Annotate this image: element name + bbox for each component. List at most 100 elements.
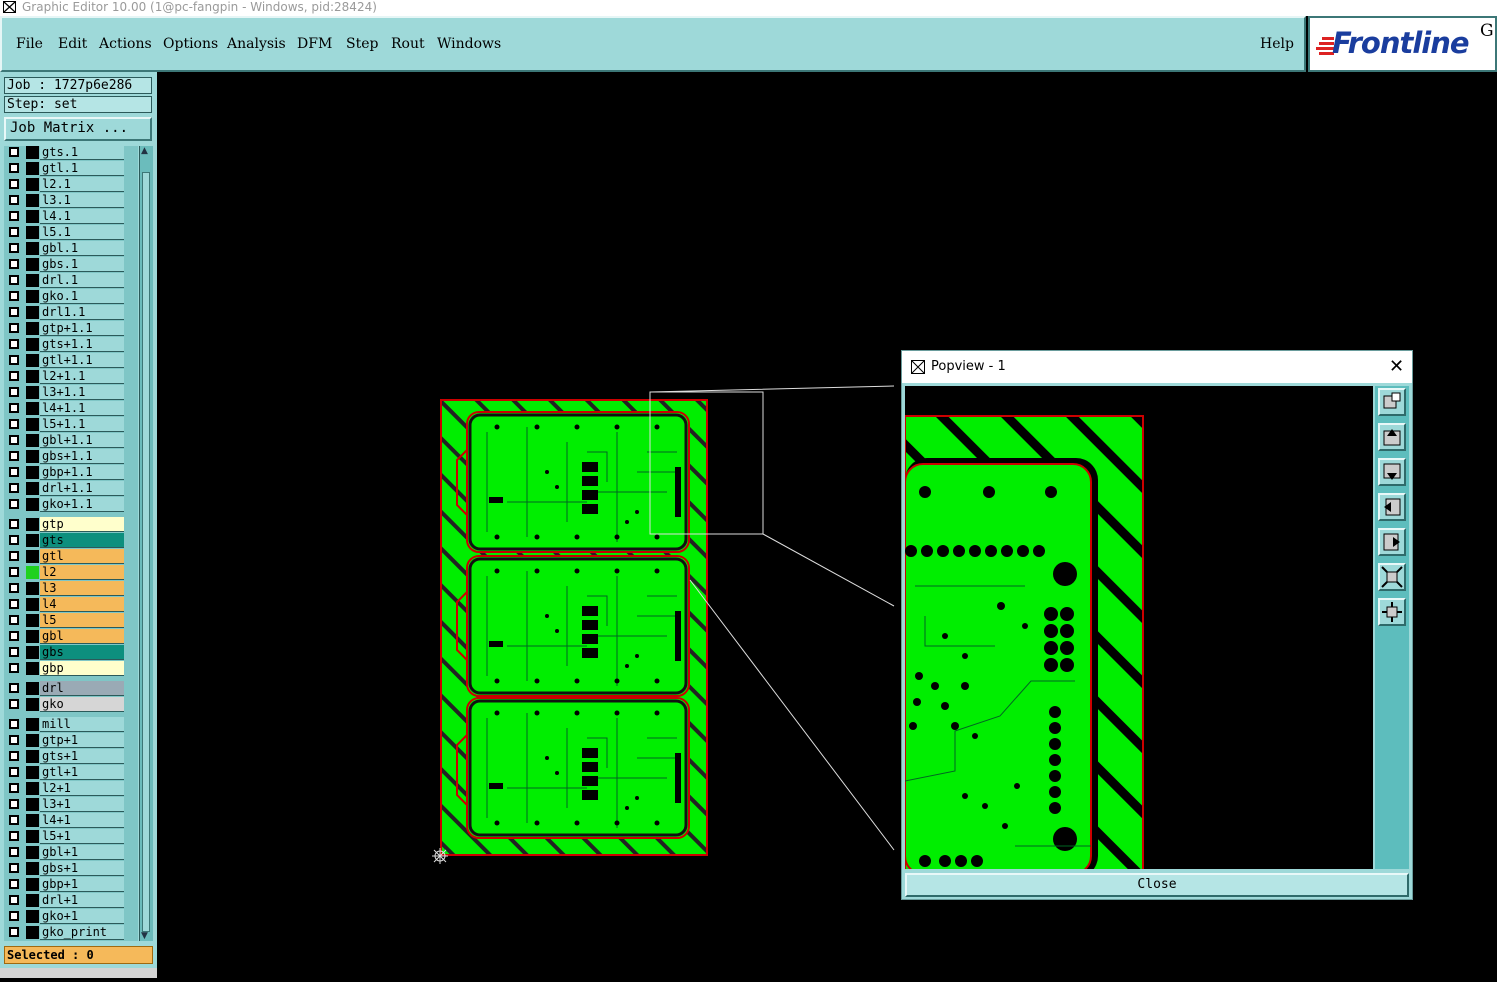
layer-list-scrollbar[interactable]: ▲ ▼ bbox=[139, 146, 153, 941]
layer-checkbox[interactable] bbox=[9, 467, 19, 477]
layer-checkbox[interactable] bbox=[9, 879, 19, 889]
layer-checkbox[interactable] bbox=[9, 583, 19, 593]
layer-checkbox[interactable] bbox=[9, 551, 19, 561]
layer-display-indicator[interactable] bbox=[26, 450, 39, 463]
layer-row[interactable]: gbs+1 bbox=[4, 861, 138, 877]
layer-name[interactable]: l5.1 bbox=[40, 225, 124, 240]
layer-checkbox[interactable] bbox=[9, 663, 19, 673]
layer-checkbox[interactable] bbox=[9, 275, 19, 285]
layer-name[interactable]: drl1.1 bbox=[40, 305, 124, 320]
layer-checkbox[interactable] bbox=[9, 767, 19, 777]
layer-display-indicator[interactable] bbox=[26, 782, 39, 795]
pan-left-icon[interactable] bbox=[1378, 493, 1406, 521]
layer-name[interactable]: l2+1.1 bbox=[40, 369, 124, 384]
layer-display-indicator[interactable] bbox=[26, 910, 39, 923]
layer-row[interactable]: l3 bbox=[4, 581, 138, 597]
pan-up-icon[interactable] bbox=[1378, 423, 1406, 451]
layer-row[interactable]: gts bbox=[4, 533, 138, 549]
menu-dfm[interactable]: DFM bbox=[297, 36, 332, 52]
layer-display-indicator[interactable] bbox=[26, 766, 39, 779]
layer-checkbox[interactable] bbox=[9, 371, 19, 381]
layer-name[interactable]: gtl bbox=[40, 549, 124, 564]
menu-analysis[interactable]: Analysis bbox=[227, 36, 286, 52]
layer-row[interactable]: gko+1 bbox=[4, 909, 138, 925]
layer-checkbox[interactable] bbox=[9, 699, 19, 709]
layer-name[interactable]: gts.1 bbox=[40, 146, 124, 160]
layer-display-indicator[interactable] bbox=[26, 718, 39, 731]
layer-name[interactable]: gbl.1 bbox=[40, 241, 124, 256]
layer-display-indicator[interactable] bbox=[26, 750, 39, 763]
layer-name[interactable]: gbs+1.1 bbox=[40, 449, 124, 464]
layer-row[interactable]: gtl+1 bbox=[4, 765, 138, 781]
layer-display-indicator[interactable] bbox=[26, 434, 39, 447]
layer-display-indicator[interactable] bbox=[26, 338, 39, 351]
layer-checkbox[interactable] bbox=[9, 927, 19, 937]
layer-display-indicator[interactable] bbox=[26, 402, 39, 415]
layer-row[interactable]: l2 bbox=[4, 565, 138, 581]
close-icon[interactable]: ✕ bbox=[1389, 351, 1404, 383]
layer-name[interactable]: gko_print bbox=[40, 925, 124, 940]
layer-checkbox[interactable] bbox=[9, 307, 19, 317]
layer-checkbox[interactable] bbox=[9, 631, 19, 641]
layer-row[interactable]: l2+1 bbox=[4, 781, 138, 797]
layer-row[interactable]: l3.1 bbox=[4, 193, 138, 209]
layer-checkbox[interactable] bbox=[9, 195, 19, 205]
layer-display-indicator[interactable] bbox=[26, 258, 39, 271]
menu-file[interactable]: File bbox=[16, 36, 43, 52]
layer-name[interactable]: gts bbox=[40, 533, 124, 548]
layer-row[interactable]: gbp+1 bbox=[4, 877, 138, 893]
menu-help[interactable]: Help bbox=[1260, 36, 1294, 52]
layer-row[interactable]: gbp bbox=[4, 661, 138, 677]
layer-name[interactable]: gts+1.1 bbox=[40, 337, 124, 352]
layer-display-indicator[interactable] bbox=[26, 630, 39, 643]
layer-row[interactable]: gbl.1 bbox=[4, 241, 138, 257]
popview-viewport[interactable] bbox=[905, 386, 1373, 869]
layer-name[interactable]: drl+1.1 bbox=[40, 481, 124, 496]
layer-checkbox[interactable] bbox=[9, 535, 19, 545]
layer-checkbox[interactable] bbox=[9, 783, 19, 793]
layer-name[interactable]: l2 bbox=[40, 565, 124, 580]
layer-row[interactable]: drl+1.1 bbox=[4, 481, 138, 497]
layer-row[interactable]: gbs bbox=[4, 645, 138, 661]
layer-name[interactable]: gko.1 bbox=[40, 289, 124, 304]
layer-name[interactable]: l3+1 bbox=[40, 797, 124, 812]
layer-checkbox[interactable] bbox=[9, 847, 19, 857]
layer-name[interactable]: l5+1 bbox=[40, 829, 124, 844]
layer-display-indicator[interactable] bbox=[26, 534, 39, 547]
layer-checkbox[interactable] bbox=[9, 403, 19, 413]
layer-row[interactable]: gtp+1.1 bbox=[4, 321, 138, 337]
layer-name[interactable]: l3 bbox=[40, 581, 124, 596]
layer-row[interactable]: gbl bbox=[4, 629, 138, 645]
layer-checkbox[interactable] bbox=[9, 259, 19, 269]
pan-down-icon[interactable] bbox=[1378, 458, 1406, 486]
layer-checkbox[interactable] bbox=[9, 895, 19, 905]
layer-display-indicator[interactable] bbox=[26, 698, 39, 711]
layer-row[interactable]: gbs.1 bbox=[4, 257, 138, 273]
layer-name[interactable]: gtl.1 bbox=[40, 161, 124, 176]
layer-display-indicator[interactable] bbox=[26, 894, 39, 907]
layer-checkbox[interactable] bbox=[9, 323, 19, 333]
scroll-down-icon[interactable]: ▼ bbox=[141, 931, 148, 941]
layer-row[interactable]: l3+1.1 bbox=[4, 385, 138, 401]
layer-row[interactable]: gts+1.1 bbox=[4, 337, 138, 353]
layer-display-indicator[interactable] bbox=[26, 734, 39, 747]
layer-row[interactable]: gko+1.1 bbox=[4, 497, 138, 513]
layer-row[interactable]: l3+1 bbox=[4, 797, 138, 813]
layer-checkbox[interactable] bbox=[9, 435, 19, 445]
layer-checkbox[interactable] bbox=[9, 647, 19, 657]
layer-display-indicator[interactable] bbox=[26, 646, 39, 659]
layer-checkbox[interactable] bbox=[9, 179, 19, 189]
layer-row[interactable]: l4+1.1 bbox=[4, 401, 138, 417]
layer-name[interactable]: gbs bbox=[40, 645, 124, 660]
layer-row[interactable]: gbs+1.1 bbox=[4, 449, 138, 465]
layer-checkbox[interactable] bbox=[9, 227, 19, 237]
layer-name[interactable]: gtp bbox=[40, 517, 124, 532]
layer-name[interactable]: l2+1 bbox=[40, 781, 124, 796]
layer-name[interactable]: gtp+1 bbox=[40, 733, 124, 748]
layer-row[interactable]: gtl.1 bbox=[4, 161, 138, 177]
layer-name[interactable]: gbs+1 bbox=[40, 861, 124, 876]
layer-display-indicator[interactable] bbox=[26, 242, 39, 255]
layer-row[interactable]: gbl+1.1 bbox=[4, 433, 138, 449]
layer-name[interactable]: gbl+1 bbox=[40, 845, 124, 860]
layer-name[interactable]: drl bbox=[40, 681, 124, 696]
